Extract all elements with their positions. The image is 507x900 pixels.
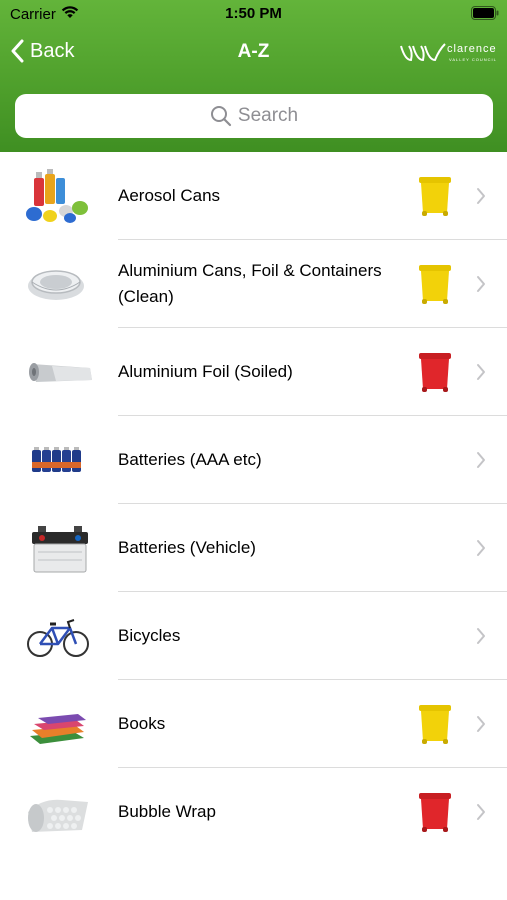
red-bin-icon: [419, 353, 451, 392]
list-item[interactable]: Bicycles: [0, 592, 507, 680]
aluminium-foil-icon: [29, 363, 92, 382]
batteries-icon: [32, 447, 81, 472]
council-logo: clarence VALLEY COUNCIL: [397, 40, 501, 66]
item-label: Batteries (AAA etc): [118, 450, 262, 469]
yellow-bin-icon: [419, 705, 451, 744]
item-label: Aluminium Cans, Foil & Containers (Clean…: [118, 261, 382, 306]
item-list: Aerosol Cans Aluminium Cans, Foil & Cont…: [0, 152, 507, 856]
list-item[interactable]: Aerosol Cans: [0, 152, 507, 240]
list-item[interactable]: Batteries (AAA etc): [0, 416, 507, 504]
battery-icon: [471, 6, 499, 20]
chevron-right-icon: [477, 452, 485, 468]
item-label: Books: [118, 714, 166, 733]
chevron-right-icon: [477, 364, 485, 380]
header: Carrier 1:50 PM Back A-Z clarence VALLEY…: [0, 0, 507, 152]
chevron-right-icon: [477, 540, 485, 556]
bubble-wrap-icon: [28, 799, 88, 832]
aluminium-containers-icon: [28, 270, 84, 300]
chevron-right-icon: [477, 628, 485, 644]
red-bin-icon: [419, 793, 451, 832]
item-label: Bicycles: [118, 626, 181, 645]
search-placeholder: Search: [237, 105, 299, 126]
item-label: Bubble Wrap: [118, 802, 216, 821]
item-label: Aluminium Foil (Soiled): [118, 362, 293, 381]
books-icon: [30, 714, 86, 744]
search-icon: [210, 106, 231, 127]
list-item[interactable]: Aluminium Cans, Foil & Containers (Clean…: [0, 240, 507, 328]
navigation-bar: Back A-Z clarence VALLEY COUNCIL: [0, 30, 507, 76]
search-input[interactable]: Search: [15, 94, 493, 138]
list-item[interactable]: Aluminium Foil (Soiled): [0, 328, 507, 416]
item-label: Batteries (Vehicle): [118, 538, 256, 557]
chevron-right-icon: [477, 276, 485, 292]
yellow-bin-icon: [419, 177, 451, 216]
chevron-right-icon: [477, 804, 485, 820]
list-item[interactable]: Batteries (Vehicle): [0, 504, 507, 592]
list-item[interactable]: Bubble Wrap: [0, 768, 507, 856]
status-time: 1:50 PM: [225, 5, 282, 22]
car-battery-icon: [32, 526, 88, 573]
status-bar: Carrier 1:50 PM: [0, 0, 507, 28]
chevron-right-icon: [477, 188, 485, 204]
bicycle-icon: [27, 619, 89, 657]
aerosol-cans-icon: [26, 169, 88, 223]
list-item[interactable]: Books: [0, 680, 507, 768]
yellow-bin-icon: [419, 265, 451, 304]
logo-mark-icon: [400, 43, 446, 62]
logo-text: clarence: [447, 43, 497, 55]
item-label: Aerosol Cans: [118, 186, 221, 205]
logo-subtext: VALLEY COUNCIL: [449, 57, 497, 62]
chevron-right-icon: [477, 716, 485, 732]
